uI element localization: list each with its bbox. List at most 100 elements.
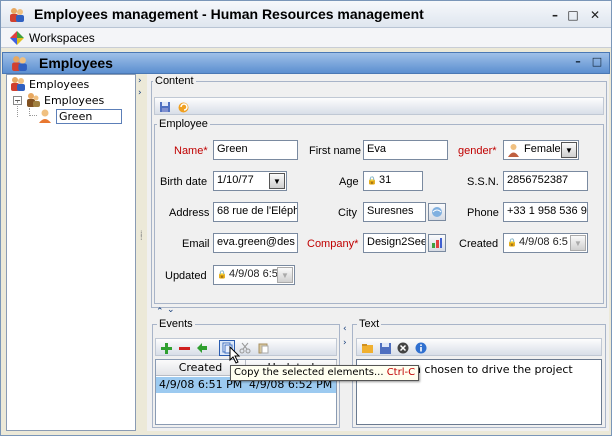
title-bar[interactable]: Employees management - Human Resources m…	[1, 1, 611, 28]
tree-root-label: Employees	[29, 77, 90, 91]
copy-tooltip: Copy the selected elements... Ctrl-C	[230, 365, 420, 381]
birth-date-value: 1/10/77	[217, 174, 254, 186]
info-icon	[415, 342, 427, 354]
minimize-button[interactable]: –	[548, 8, 562, 22]
email-label: Email	[182, 238, 210, 250]
readonly-lock-icon: 🔒	[507, 238, 517, 247]
gender-combo[interactable]: Female ▼	[503, 140, 579, 160]
splitter-grip-icon: ⁞ ⁞	[140, 229, 143, 242]
address-label: Address	[169, 207, 210, 219]
gender-value: Female	[524, 143, 561, 155]
employees-view-icon	[12, 56, 27, 71]
refresh-button[interactable]	[175, 99, 191, 115]
save-icon	[379, 342, 391, 354]
minus-icon	[178, 346, 190, 350]
tree-group-label: Employees	[44, 93, 105, 107]
first-name-label: First name	[309, 145, 361, 157]
mouse-pointer-icon	[229, 346, 241, 364]
content-legend: Content	[153, 75, 196, 87]
updated-value: 4/9/08 6:5	[228, 268, 278, 280]
text-legend: Text	[357, 318, 382, 330]
created-label: Created	[459, 238, 499, 250]
events-toolbar	[155, 338, 337, 356]
birth-date-field[interactable]: 1/10/77 ▼	[213, 171, 287, 191]
add-arrow-icon	[197, 343, 207, 353]
tooltip-shortcut: Ctrl-C	[386, 367, 416, 378]
workspaces-menu[interactable]: Workspaces	[9, 30, 95, 46]
expand-right-arrow-icon[interactable]: ›	[343, 338, 347, 348]
phone-field[interactable]: +33 1 958 536 9	[503, 202, 588, 222]
female-person-icon	[508, 144, 519, 157]
gender-label: gender*	[458, 145, 497, 157]
tree-root[interactable]: Employees	[10, 76, 89, 92]
company-field[interactable]: Design2See	[363, 233, 426, 253]
save-text-button[interactable]	[377, 340, 393, 356]
people-group-icon	[27, 93, 40, 107]
gender-dropdown-icon[interactable]: ▼	[561, 142, 577, 158]
birth-date-picker-icon[interactable]: ▼	[269, 173, 285, 189]
email-field[interactable]: eva.green@des	[213, 233, 298, 253]
paste-button[interactable]	[255, 340, 271, 356]
menu-bar: Workspaces	[1, 28, 611, 48]
first-name-field[interactable]: Eva	[363, 140, 448, 160]
updated-field: 🔒 4/9/08 6:5 ▼	[213, 265, 295, 285]
city-field[interactable]: Suresnes	[363, 202, 426, 222]
age-field: 🔒 31	[363, 171, 423, 191]
info-text-button[interactable]	[413, 340, 429, 356]
events-legend: Events	[157, 318, 195, 330]
window-title: Employees management - Human Resources m…	[34, 6, 424, 22]
expand-down-arrow-icon[interactable]: ⌄	[167, 305, 175, 315]
age-label: Age	[339, 176, 359, 188]
tree-group-employees[interactable]: − Employees	[13, 92, 104, 108]
phone-label: Phone	[467, 207, 499, 219]
save-button[interactable]	[157, 99, 173, 115]
name-field[interactable]: Green	[213, 140, 298, 160]
address-field[interactable]: 68 rue de l'Eléph	[213, 202, 298, 222]
created-field: 🔒 4/9/08 6:5 ▼	[503, 233, 588, 253]
add-child-event-button[interactable]	[194, 340, 210, 356]
tree-connector	[17, 101, 18, 117]
close-button[interactable]: ✕	[588, 8, 602, 22]
updated-label: Updated	[165, 270, 207, 282]
city-label: City	[338, 207, 357, 219]
remove-event-button[interactable]	[176, 340, 192, 356]
clear-icon	[397, 342, 409, 354]
name-label: Name*	[174, 145, 208, 157]
add-event-button[interactable]	[158, 340, 174, 356]
clear-text-button[interactable]	[395, 340, 411, 356]
content-toolbar	[154, 97, 604, 115]
plus-icon	[160, 342, 172, 354]
paste-icon	[258, 343, 268, 354]
person-icon	[39, 109, 51, 123]
age-value: 31	[378, 174, 392, 186]
view-title: Employees	[39, 55, 113, 71]
company-chart-icon	[432, 238, 442, 248]
navigation-tree: Employees − Employees Green	[6, 74, 136, 431]
app-people-icon	[10, 8, 24, 22]
tree-connector	[29, 108, 37, 116]
refresh-icon	[178, 102, 188, 112]
company-lookup-button[interactable]	[428, 234, 446, 252]
tree-item-green[interactable]: Green	[37, 108, 122, 124]
collapse-left-arrow-icon[interactable]: ‹	[343, 324, 347, 334]
maximize-button[interactable]: □	[566, 8, 580, 22]
workspaces-label: Workspaces	[29, 31, 95, 45]
readonly-lock-icon: 🔒	[217, 270, 227, 279]
view-minimize-button[interactable]: –	[571, 55, 585, 69]
city-lookup-button[interactable]	[428, 203, 446, 221]
expand-right-arrow-icon[interactable]: ›	[138, 88, 142, 98]
text-toolbar	[356, 338, 602, 356]
company-label: Company*	[307, 238, 359, 250]
tree-item-label[interactable]: Green	[56, 108, 122, 124]
collapse-up-arrow-icon[interactable]: ⌃	[156, 307, 164, 317]
created-value: 4/9/08 6:5	[518, 236, 568, 248]
vertical-splitter[interactable]: › › ⁞ ⁞	[137, 74, 147, 431]
open-text-button[interactable]	[359, 340, 375, 356]
birth-date-label: Birth date	[160, 176, 208, 188]
view-maximize-button[interactable]: □	[590, 55, 604, 69]
folder-icon	[361, 343, 373, 353]
ssn-field[interactable]: 2856752387	[503, 171, 588, 191]
employee-legend: Employee	[157, 118, 210, 130]
collapse-left-arrow-icon[interactable]: ›	[138, 76, 142, 86]
ssn-label: S.S.N.	[467, 176, 499, 188]
